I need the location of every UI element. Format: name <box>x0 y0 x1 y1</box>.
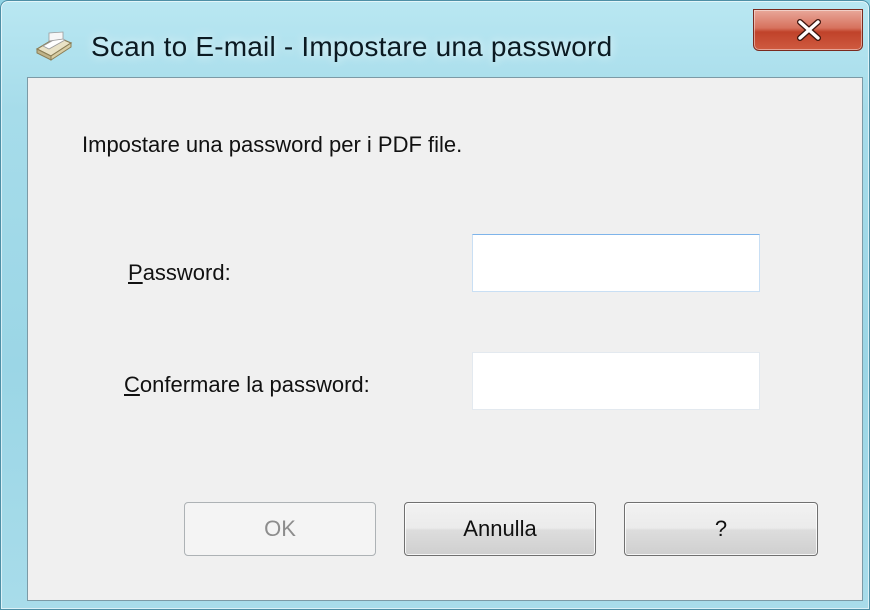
confirm-label-text: onfermare la password: <box>139 372 370 397</box>
cancel-button[interactable]: Annulla <box>404 502 596 556</box>
close-icon <box>797 19 821 41</box>
close-button[interactable] <box>753 9 863 51</box>
password-label-mnemonic: P <box>128 260 143 285</box>
password-label: Password: <box>128 260 231 286</box>
dialog-window: Scan to E-mail - Impostare una password … <box>0 0 870 610</box>
scanner-icon <box>33 29 75 63</box>
ok-button[interactable]: OK <box>184 502 376 556</box>
confirm-password-input[interactable] <box>472 352 760 410</box>
confirm-password-label: Confermare la password: <box>124 372 370 398</box>
confirm-label-mnemonic: C <box>124 372 140 397</box>
password-label-text: assword: <box>142 260 231 285</box>
help-button[interactable]: ? <box>624 502 818 556</box>
password-input[interactable] <box>472 234 760 292</box>
instruction-text: Impostare una password per i PDF file. <box>82 132 463 157</box>
title-bar[interactable]: Scan to E-mail - Impostare una password <box>1 1 869 71</box>
window-title: Scan to E-mail - Impostare una password <box>91 31 613 62</box>
dialog-body: Impostare una password per i PDF file. P… <box>27 77 863 601</box>
